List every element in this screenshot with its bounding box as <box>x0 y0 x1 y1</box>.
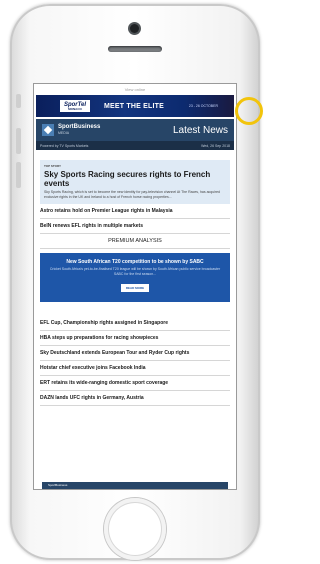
volume-down-button <box>16 162 21 188</box>
top-story-description: Sky Sports Racing, which is set to becom… <box>44 190 220 199</box>
news-list-top: Astro retains hold on Premier League rig… <box>40 204 230 234</box>
highlight-circle-icon <box>235 97 263 125</box>
newsletter-content: TOP STORY Sky Sports Racing secures righ… <box>34 160 236 406</box>
phone-screen: View online SporTel MONACO MEET THE ELIT… <box>34 84 236 489</box>
view-online-link[interactable]: View online <box>34 84 236 95</box>
news-item-link[interactable]: Astro retains hold on Premier League rig… <box>40 204 230 219</box>
news-item-link[interactable]: BeIN renews EFL rights in multiple marke… <box>40 219 230 234</box>
news-item-link[interactable]: Sky Deutschland extends European Tour an… <box>40 346 230 361</box>
ad-cta-text: 23 - 26 OCTOBER <box>188 104 218 108</box>
news-item-link[interactable]: HBA steps up preparations for racing sho… <box>40 331 230 346</box>
home-button[interactable] <box>104 498 166 560</box>
section-title: Latest News <box>172 124 228 136</box>
sportel-logo: SporTel MONACO <box>60 100 90 112</box>
top-story-tag: TOP STORY <box>44 164 62 168</box>
premium-analysis-heading: PREMIUM ANALYSIS <box>40 234 230 249</box>
sub-header-bar: Powered by TV Sports Markets Wed, 26 Sep… <box>36 141 234 150</box>
footer-banner[interactable]: SportBusiness <box>42 482 228 489</box>
earpiece-speaker <box>108 46 162 52</box>
mute-switch <box>16 94 21 108</box>
news-list-bottom: EFL Cup, Championship rights assigned in… <box>40 316 230 406</box>
sportel-banner-ad[interactable]: SporTel MONACO MEET THE ELITE 23 - 26 OC… <box>36 95 234 117</box>
news-item-link[interactable]: Hotstar chief executive joins Facebook I… <box>40 361 230 376</box>
brand-name: SportBusiness MEDIA <box>58 124 100 136</box>
ad-tagline: MEET THE ELITE <box>104 102 164 110</box>
front-camera-icon <box>130 24 139 33</box>
premium-analysis-card[interactable]: New South African T20 competition to be … <box>40 253 230 302</box>
volume-up-button <box>16 128 21 154</box>
brand-subtitle: MEDIA <box>58 131 70 135</box>
premium-description: Cricket South Africa's yet-to-be-finalis… <box>49 267 221 276</box>
news-item-link[interactable]: EFL Cup, Championship rights assigned in… <box>40 316 230 331</box>
news-item-link[interactable]: DAZN lands UFC rights in Germany, Austri… <box>40 391 230 406</box>
read-more-button[interactable]: READ MORE <box>120 284 150 292</box>
top-story-card[interactable]: TOP STORY Sky Sports Racing secures righ… <box>40 160 230 204</box>
news-item-link[interactable]: ERT retains its wide-ranging domestic sp… <box>40 376 230 391</box>
top-story-title[interactable]: Sky Sports Racing secures rights to Fren… <box>44 170 226 188</box>
newsletter-header: SportBusiness MEDIA Latest News <box>36 119 234 141</box>
sportel-logo-sub: MONACO <box>68 106 82 111</box>
powered-by-text: Powered by TV Sports Markets <box>40 143 89 148</box>
issue-date: Wed, 26 Sep 2018 <box>201 143 230 148</box>
sportbusiness-logo-icon <box>42 124 54 136</box>
premium-title[interactable]: New South African T20 competition to be … <box>46 259 224 265</box>
